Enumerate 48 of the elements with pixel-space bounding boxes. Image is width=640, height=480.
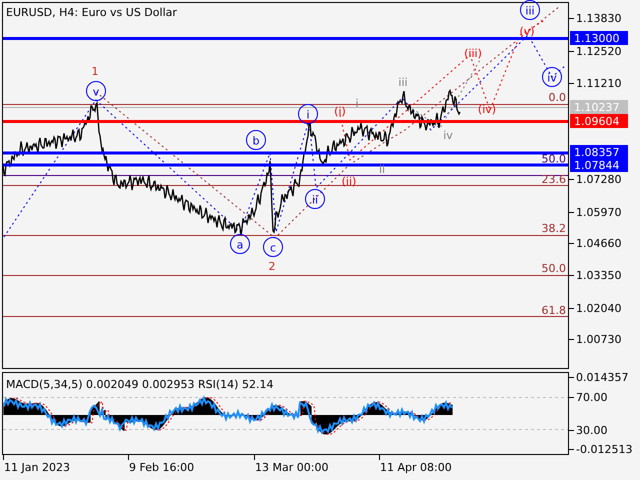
- indicator-axis-label: 30.00: [576, 424, 608, 437]
- price-axis-label: 1.07280: [576, 173, 622, 186]
- wave-label: v: [86, 81, 106, 101]
- price-tag: 1.08357: [570, 145, 628, 159]
- time-axis-label: 11 Apr 08:00: [380, 461, 452, 474]
- wave-label: (iii): [464, 47, 482, 60]
- wave-label: ii: [305, 189, 325, 209]
- wave-label: b: [246, 130, 266, 150]
- price-axis-label: 1.12520: [576, 45, 622, 58]
- price-axis-label: 1.00730: [576, 333, 622, 346]
- wave-label: i: [355, 97, 359, 110]
- price-tag: 1.10237: [570, 100, 628, 114]
- wave-label: a: [230, 234, 250, 254]
- chart-title: EURUSD, H4: Euro vs US Dollar: [6, 6, 177, 19]
- fib-level-label: 50.0: [542, 262, 566, 275]
- indicator-axis-label: -0.012513: [576, 443, 632, 456]
- price-axis-label: 1.05970: [576, 206, 622, 219]
- indicator-axis-label: 70.00: [576, 391, 608, 404]
- wave-label: 1: [92, 65, 98, 78]
- price-axis-label: 1.11210: [576, 77, 622, 90]
- indicator-axis-label: 0.014357: [576, 371, 628, 384]
- wave-label: iii: [398, 76, 408, 89]
- price-tag: 1.09604: [570, 114, 628, 128]
- indicator-label: MACD(5,34,5) 0.002049 0.002953 RSI(14) 52.14: [6, 378, 274, 391]
- price-axis-label: 1.03350: [576, 269, 622, 282]
- time-axis-label: 9 Feb 16:00: [129, 461, 194, 474]
- fib-level-label: 23.6: [542, 173, 566, 186]
- time-axis-label: 11 Jan 2023: [4, 461, 70, 474]
- wave-label: (i): [334, 105, 346, 118]
- price-axis-label: 1.13830: [576, 12, 622, 25]
- price-axis-label: 1.02040: [576, 302, 622, 315]
- wave-label: c: [263, 237, 283, 257]
- fib-level-label: 0.0: [548, 91, 566, 104]
- fib-level-label: 61.8: [542, 304, 566, 317]
- wave-label: (ii): [342, 175, 356, 188]
- wave-label: iii: [520, 0, 540, 20]
- price-tag: 1.07844: [570, 158, 628, 172]
- wave-label: 2: [268, 260, 276, 273]
- price-axis-label: 1.04660: [576, 237, 622, 250]
- price-tag: 1.13000: [570, 31, 628, 45]
- time-axis-label: 13 Mar 00:00: [255, 461, 328, 474]
- wave-label: i: [298, 104, 318, 124]
- wave-label: (iv): [478, 103, 496, 116]
- fib-level-label: 50.0: [542, 152, 566, 166]
- fib-level-label: 38.2: [542, 222, 566, 235]
- wave-label: ii: [378, 163, 386, 176]
- wave-label: iv: [443, 129, 453, 142]
- wave-label: iv: [542, 67, 562, 87]
